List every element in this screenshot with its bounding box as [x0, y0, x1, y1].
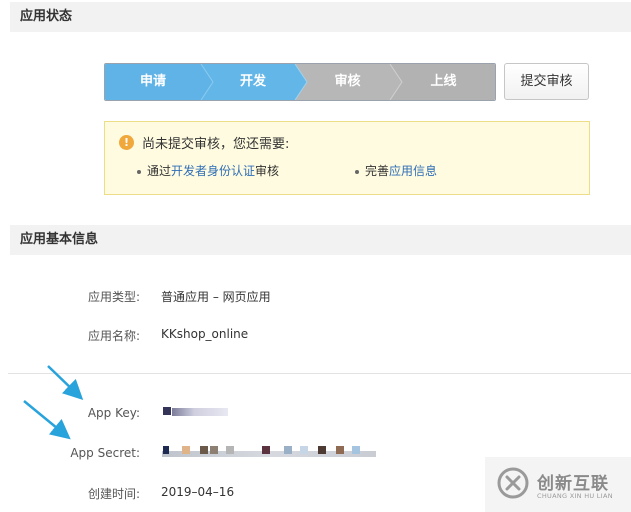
watermark-logo-icon — [497, 467, 529, 499]
arrow-to-app-key-icon — [47, 365, 84, 400]
watermark-cn-text: 创新互联 — [537, 474, 609, 494]
created-time-label: 创建时间: — [87, 487, 140, 501]
app-secret-label: App Secret: — [70, 446, 140, 460]
watermark-en-text: CHUANG XIN HU LIAN — [537, 492, 613, 500]
created-time-value: 2019–04–16 — [161, 485, 235, 499]
annotation-arrows — [23, 365, 84, 440]
app-key-label: App Key: — [87, 406, 140, 420]
arrow-to-app-secret-icon — [23, 400, 71, 440]
watermark: 创新互联 CHUANG XIN HU LIAN — [485, 457, 631, 512]
